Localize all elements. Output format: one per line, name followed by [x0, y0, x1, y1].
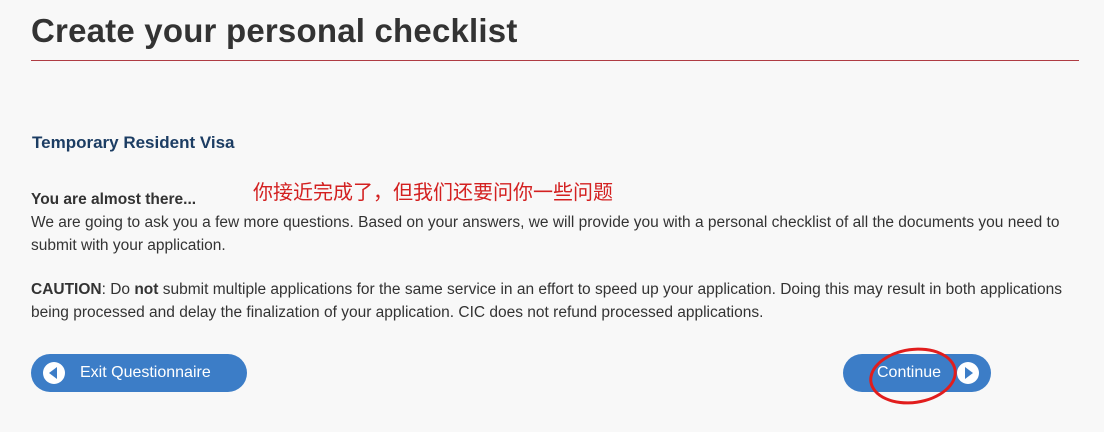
arrow-left-circle-icon: [43, 362, 65, 384]
caution-label: CAUTION: [31, 281, 102, 298]
caution-paragraph: CAUTION: Do not submit multiple applicat…: [31, 278, 1081, 324]
continue-button-label: Continue: [877, 364, 942, 381]
arrow-right-circle-icon: [957, 362, 979, 384]
title-divider: [31, 60, 1079, 61]
page-title: Create your personal checklist: [31, 12, 518, 49]
caution-text-1: : Do: [101, 281, 135, 298]
intro-body: We are going to ask you a few more quest…: [31, 214, 1060, 254]
visa-type-heading: Temporary Resident Visa: [32, 133, 235, 152]
caution-emphasis: not: [134, 281, 159, 298]
intro-lead: You are almost there...: [31, 191, 197, 208]
exit-button-label: Exit Questionnaire: [80, 364, 211, 381]
continue-button[interactable]: Continue: [843, 354, 991, 392]
intro-paragraph: You are almost there... We are going to …: [31, 188, 1081, 257]
caution-text-2: submit multiple applications for the sam…: [31, 281, 1062, 321]
exit-questionnaire-button[interactable]: Exit Questionnaire: [31, 354, 247, 392]
